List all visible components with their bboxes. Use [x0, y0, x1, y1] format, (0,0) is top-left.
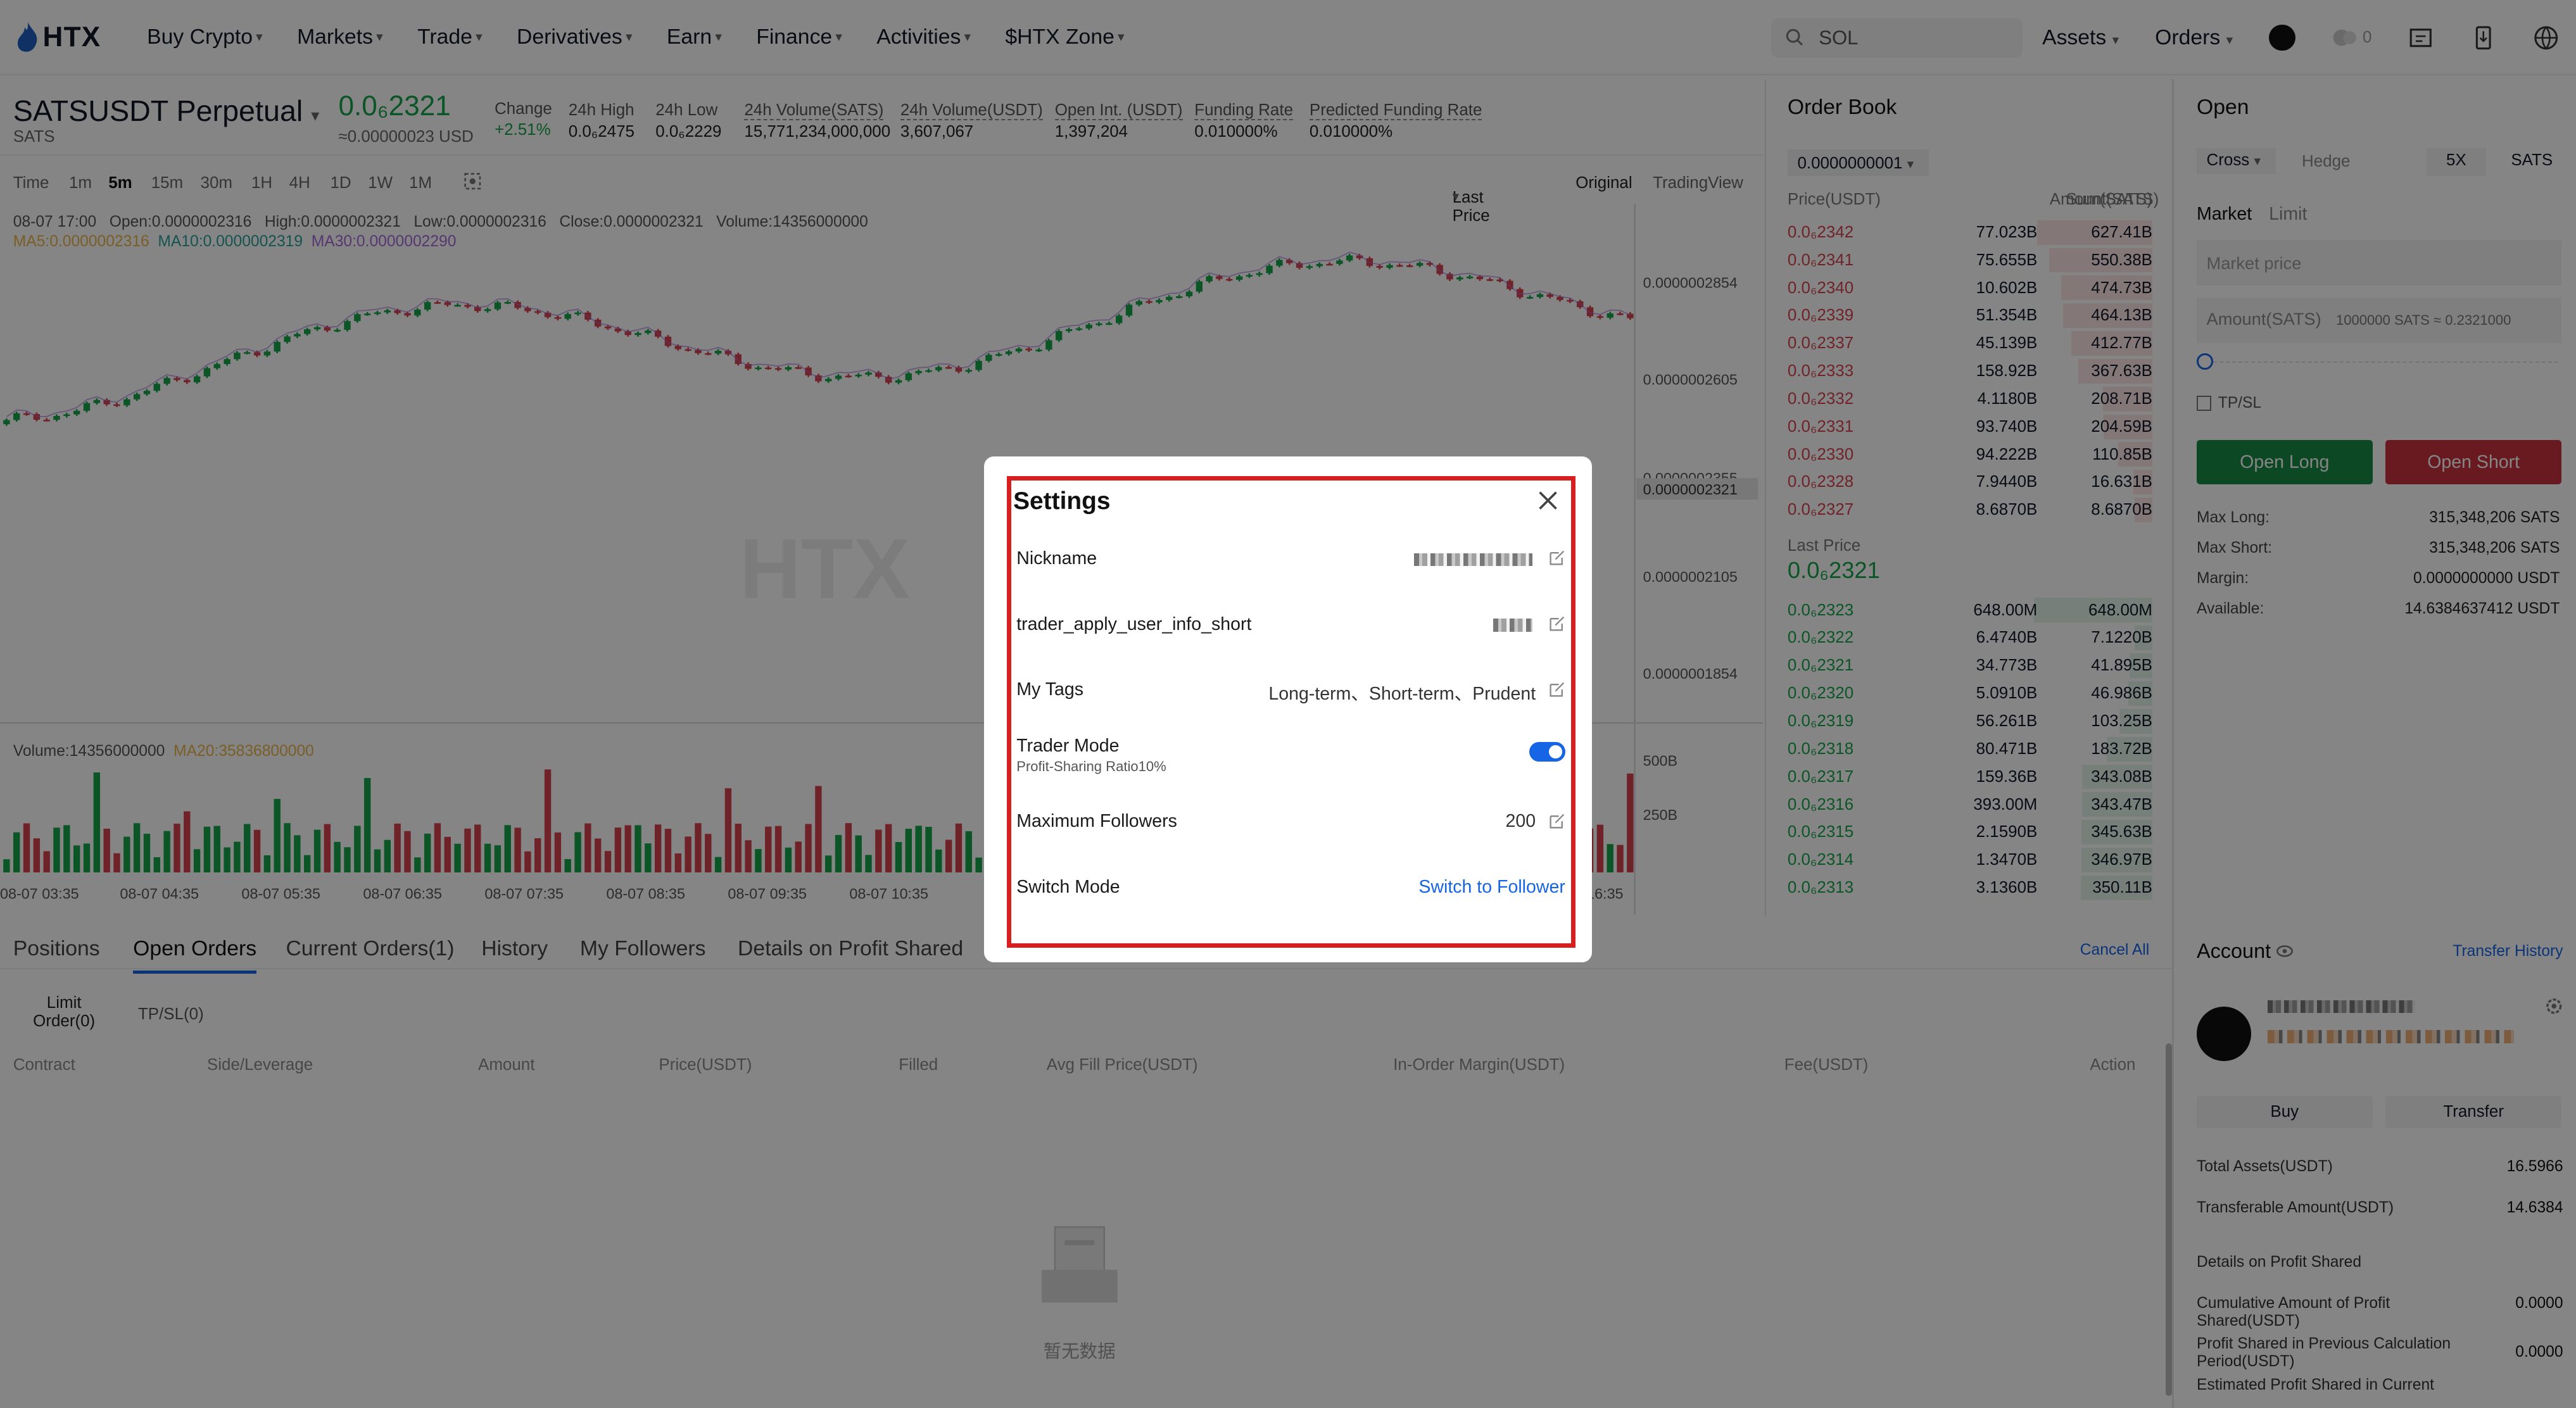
settings-title: Settings [1013, 487, 1111, 515]
masked-value [1493, 619, 1532, 632]
settings-row-my-tags: My Tags Long-term、Short-term、Prudent [1016, 675, 1565, 708]
settings-row-trader-mode: Trader Mode Profit-Sharing Ratio10% [1016, 731, 1565, 774]
switch-to-follower-link[interactable]: Switch to Follower [1418, 877, 1565, 898]
edit-icon[interactable] [1549, 813, 1565, 829]
close-icon[interactable] [1538, 491, 1558, 510]
settings-row-label: Trader Mode [1016, 735, 1120, 756]
settings-dialog: Settings Nickname trader_apply_user_info_… [984, 456, 1593, 963]
settings-row-value: 200 [1505, 810, 1536, 831]
trader-mode-toggle[interactable] [1529, 741, 1565, 762]
settings-row-switch-mode: Switch Mode Switch to Follower [1016, 872, 1565, 905]
edit-icon[interactable] [1549, 615, 1565, 632]
edit-icon[interactable] [1549, 550, 1565, 566]
settings-row-nickname: Nickname [1016, 543, 1565, 576]
settings-row-label: Switch Mode [1016, 876, 1120, 897]
profit-sharing-ratio: Profit-Sharing Ratio10% [1016, 758, 1166, 774]
settings-row-label: Maximum Followers [1016, 810, 1177, 831]
settings-row-label: trader_apply_user_info_short [1016, 613, 1252, 634]
settings-row-trader-apply-user-info-short: trader_apply_user_info_short [1016, 609, 1565, 642]
masked-value [1414, 553, 1532, 567]
settings-row-value: Long-term、Short-term、Prudent [1268, 684, 1536, 705]
settings-row-label: My Tags [1016, 679, 1083, 700]
settings-highlight-frame: Settings Nickname trader_apply_user_info_… [1007, 476, 1576, 948]
settings-row-maximum-followers: Maximum Followers 200 [1016, 806, 1565, 839]
edit-icon[interactable] [1549, 681, 1565, 698]
settings-row-label: Nickname [1016, 548, 1097, 569]
toggle-knob [1548, 745, 1562, 758]
